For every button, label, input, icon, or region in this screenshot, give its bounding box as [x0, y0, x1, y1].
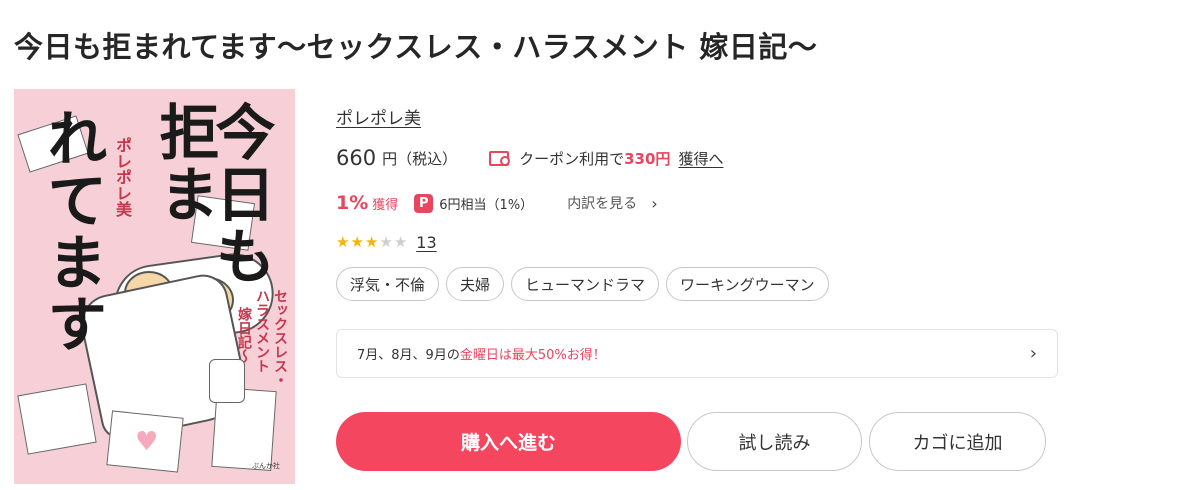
cover-title-line: 今日も — [205, 101, 275, 287]
paypay-icon: P — [414, 193, 434, 213]
cover-subtitle-line: ハラスメント — [254, 289, 270, 373]
points-earn-label: 獲得 — [372, 197, 399, 213]
add-to-cart-button[interactable]: カゴに追加 — [869, 412, 1046, 471]
buy-button[interactable]: 購入へ進む — [336, 412, 681, 471]
campaign-banner-highlight: 金曜日は最大50%お得！ — [459, 348, 606, 363]
star-filled-icon: ★ — [350, 232, 364, 251]
coupon-ticket-icon — [489, 150, 511, 166]
points-equivalent: 6円相当（1%） — [439, 197, 534, 213]
genre-tag[interactable]: 浮気・不倫 — [336, 267, 440, 301]
price-amount: 660 — [336, 146, 377, 170]
cover-subtitle-line: 嫁日記〜 — [236, 307, 252, 363]
cover-title-line: 拒ま — [149, 101, 219, 225]
chevron-right-icon[interactable]: › — [651, 194, 657, 213]
star-empty-icon: ★ — [379, 232, 393, 251]
chevron-right-icon: › — [1029, 343, 1037, 364]
points-percent: 1% — [336, 192, 369, 214]
author-link[interactable]: ポレポレ美 — [336, 104, 421, 129]
sample-read-button[interactable]: 試し読み — [687, 412, 862, 471]
points-row: 1% 獲得 P 6円相当（1%） 内訳を見る › — [336, 190, 658, 216]
cover-subtitle-line: セックスレス・ — [272, 289, 288, 387]
star-filled-icon: ★ — [364, 232, 379, 251]
cover-publisher: ぶんか社 — [252, 462, 280, 470]
genre-tag[interactable]: ヒューマンドラマ — [511, 267, 660, 301]
cover-title-line: れてます — [37, 107, 107, 355]
genre-tag[interactable]: 夫婦 — [446, 267, 505, 301]
genre-tags: 浮気・不倫 夫婦 ヒューマンドラマ ワーキングウーマン — [336, 267, 829, 301]
cover-illustration-jar — [209, 359, 245, 403]
campaign-banner-prefix: 7月、8月、9月の — [357, 348, 460, 363]
heart-icon: ♥ — [135, 427, 159, 457]
book-cover-image[interactable]: ♥ 今日も 拒ま れてます ポレポレ美 セックスレス・ ハラスメント 嫁日記〜 … — [14, 89, 295, 484]
review-count-link[interactable]: 13 — [416, 233, 436, 252]
coupon-prefix: クーポン利用で — [519, 149, 625, 168]
coupon-amount: 330円 — [624, 149, 671, 168]
price-row: 660 円（税込） クーポン利用で 330円 獲得へ — [336, 143, 723, 173]
cover-author: ポレポレ美 — [113, 137, 132, 217]
star-empty-icon: ★ — [393, 232, 408, 251]
price-unit: 円（税込） — [382, 149, 458, 168]
campaign-banner[interactable]: 7月、8月、9月の 金曜日は最大50%お得！ › — [336, 329, 1058, 378]
cover-illustration-card — [17, 383, 97, 455]
points-breakdown-link[interactable]: 内訳を見る — [567, 193, 637, 213]
coupon-get-link[interactable]: 獲得へ — [678, 148, 723, 169]
genre-tag[interactable]: ワーキングウーマン — [666, 267, 829, 301]
star-filled-icon: ★ — [336, 232, 350, 251]
page-title: 今日も拒まれてます〜セックスレス・ハラスメント 嫁日記〜 — [14, 30, 818, 64]
rating-row: ★ ★ ★ ★ ★ 13 — [336, 229, 437, 255]
